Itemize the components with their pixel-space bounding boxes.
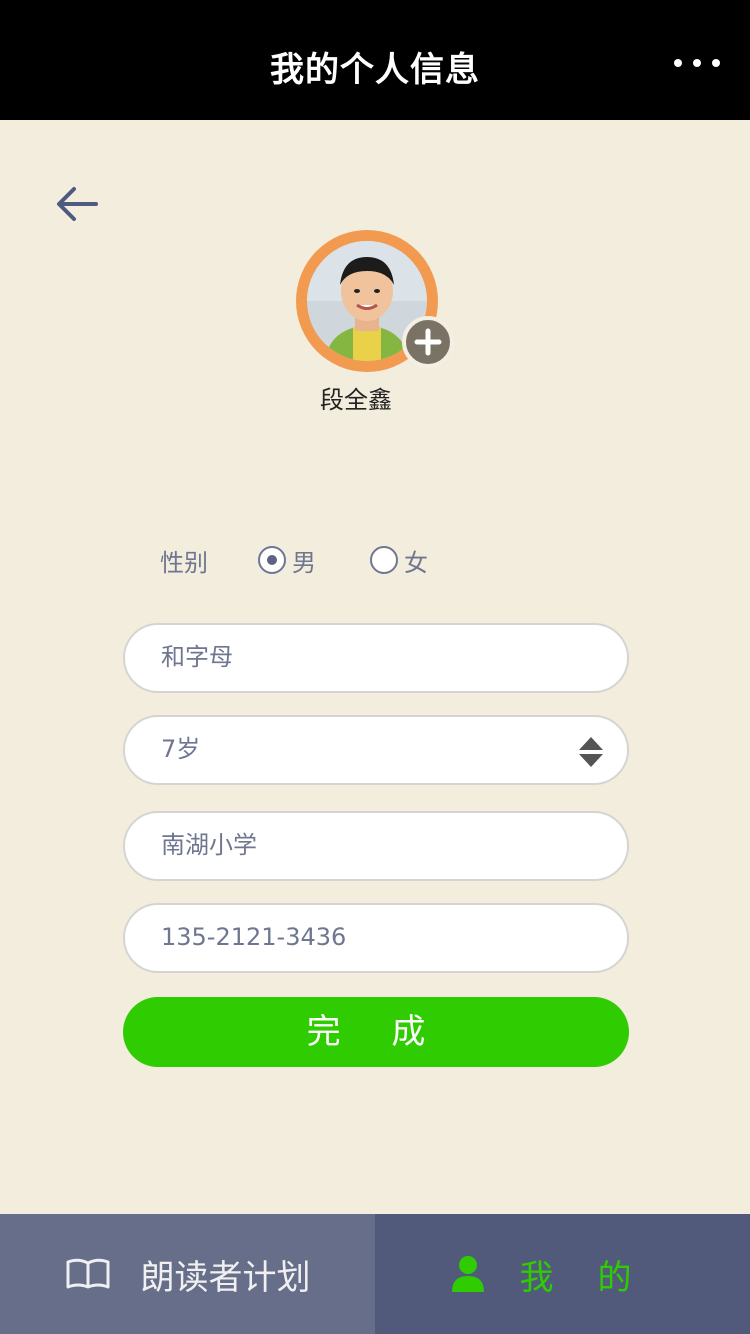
- age-value: 7岁: [161, 735, 201, 763]
- school-field[interactable]: 南湖小学: [123, 811, 629, 881]
- spinner-icon[interactable]: [577, 735, 605, 769]
- tab-bar: 朗读者计划 我的: [0, 1214, 750, 1334]
- gender-female-option[interactable]: 女: [370, 543, 428, 578]
- user-icon: [451, 1256, 484, 1292]
- name-value: 和字母: [161, 643, 233, 671]
- back-arrow-icon[interactable]: [52, 180, 102, 230]
- phone-value: 135-2121-3436: [161, 923, 347, 951]
- age-select[interactable]: 7岁: [123, 715, 629, 785]
- gender-female-label: 女: [404, 548, 428, 577]
- gender-row: 性别 男 女: [160, 540, 428, 580]
- tab-me[interactable]: 我的: [375, 1214, 750, 1334]
- radio-unchecked-icon[interactable]: [370, 546, 398, 574]
- name-field[interactable]: 和字母: [123, 623, 629, 693]
- school-value: 南湖小学: [161, 831, 257, 859]
- user-name: 段全鑫: [320, 386, 392, 414]
- gender-label: 性别: [160, 548, 208, 577]
- plus-icon[interactable]: [402, 316, 454, 368]
- page-title: 我的个人信息: [270, 50, 480, 90]
- top-bar: 我的个人信息: [0, 0, 750, 120]
- tab-reading-plan-label: 朗读者计划: [140, 1257, 311, 1298]
- gender-male-label: 男: [292, 548, 316, 577]
- more-icon[interactable]: [674, 50, 720, 76]
- radio-checked-icon[interactable]: [258, 546, 286, 574]
- gender-male-option[interactable]: 男: [258, 543, 316, 578]
- phone-field[interactable]: 135-2121-3436: [123, 903, 629, 973]
- book-icon: [66, 1258, 109, 1289]
- done-button[interactable]: 完 成: [123, 997, 629, 1067]
- tab-me-label: 我的: [519, 1257, 676, 1298]
- tab-reading-plan[interactable]: 朗读者计划: [0, 1214, 375, 1334]
